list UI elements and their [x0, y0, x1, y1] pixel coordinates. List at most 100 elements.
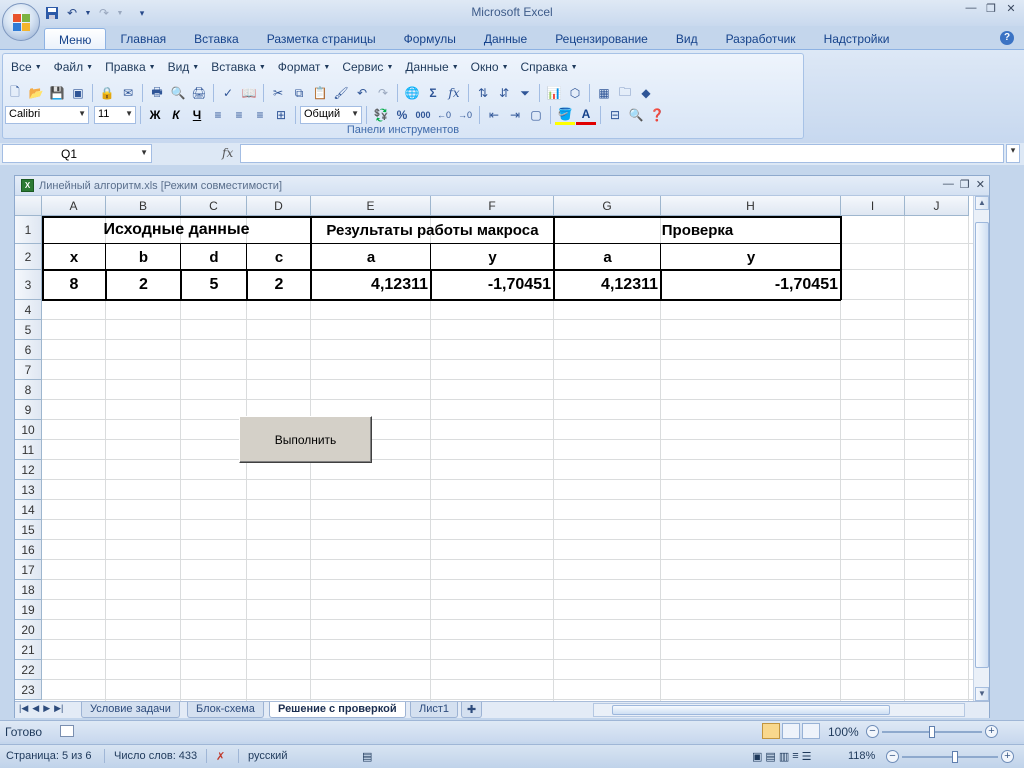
tab-view[interactable]: Вид: [662, 28, 712, 50]
row-header[interactable]: 1: [15, 216, 42, 244]
menu-view[interactable]: Вид ▼: [162, 59, 206, 75]
font-color-icon[interactable]: A: [576, 105, 596, 125]
print-icon[interactable]: 🖶: [147, 83, 167, 103]
merge-center-icon[interactable]: ⊞: [271, 105, 291, 125]
save-icon[interactable]: 💾: [47, 83, 67, 103]
cell-c2[interactable]: d: [181, 244, 247, 270]
menu-edit[interactable]: Правка ▼: [99, 59, 161, 75]
tab-menu[interactable]: Меню: [44, 28, 107, 50]
italic-button[interactable]: К: [166, 105, 186, 125]
sheet-tab-task[interactable]: Условие задачи: [81, 702, 180, 718]
table-icon[interactable]: ▦: [594, 83, 614, 103]
spelling-check-icon[interactable]: ✗: [216, 750, 225, 763]
cell-e3[interactable]: 4,12311: [311, 270, 431, 300]
row-header[interactable]: 10: [15, 420, 42, 440]
insert-function-icon[interactable]: fx: [222, 146, 233, 160]
format-painter-icon[interactable]: 🖌: [331, 83, 351, 103]
column-header[interactable]: H: [661, 196, 841, 216]
word-zoom-level[interactable]: 118%: [848, 750, 875, 762]
zoom-in-icon[interactable]: +: [1001, 750, 1014, 763]
hyperlink-icon[interactable]: 🌐: [402, 83, 422, 103]
normal-view-icon[interactable]: [762, 723, 780, 739]
cell-h3[interactable]: -1,70451: [661, 270, 841, 300]
fill-color-icon[interactable]: 🪣: [555, 105, 575, 125]
menu-tools[interactable]: Сервис ▼: [336, 59, 399, 75]
align-right-icon[interactable]: ≡: [250, 105, 270, 125]
row-header[interactable]: 12: [15, 460, 42, 480]
row-header[interactable]: 8: [15, 380, 42, 400]
folder-icon[interactable]: 🗀: [615, 83, 635, 103]
row-header[interactable]: 23: [15, 680, 42, 700]
tab-insert[interactable]: Вставка: [180, 28, 253, 50]
cell-g2[interactable]: a: [554, 244, 661, 270]
row-header[interactable]: 4: [15, 300, 42, 320]
cell-e2[interactable]: a: [311, 244, 431, 270]
sort-descending-icon[interactable]: ⇵: [494, 83, 514, 103]
column-header[interactable]: G: [554, 196, 661, 216]
menu-file[interactable]: Файл ▼: [48, 59, 99, 75]
column-header[interactable]: I: [841, 196, 905, 216]
tab-developer[interactable]: Разработчик: [712, 28, 810, 50]
cell-f3[interactable]: -1,70451: [431, 270, 554, 300]
row-header[interactable]: 15: [15, 520, 42, 540]
zoom-in-icon[interactable]: +: [985, 725, 998, 738]
row-header[interactable]: 9: [15, 400, 42, 420]
row-header[interactable]: 6: [15, 340, 42, 360]
zoom-out-icon[interactable]: −: [866, 725, 879, 738]
cell-b3[interactable]: 2: [106, 270, 181, 300]
help-icon[interactable]: ?: [1000, 31, 1014, 45]
row-header[interactable]: 7: [15, 360, 42, 380]
open-folder-icon[interactable]: 📂: [26, 83, 46, 103]
row-header[interactable]: 16: [15, 540, 42, 560]
filter-icon[interactable]: ⏷: [515, 83, 535, 103]
first-sheet-icon[interactable]: |◀: [19, 703, 28, 714]
language[interactable]: русский: [248, 750, 287, 762]
word-count[interactable]: Число слов: 433: [114, 750, 197, 762]
tab-review[interactable]: Рецензирование: [541, 28, 662, 50]
minimize-icon[interactable]: —: [962, 2, 980, 18]
cell-h2[interactable]: y: [661, 244, 841, 270]
column-header[interactable]: B: [106, 196, 181, 216]
prev-sheet-icon[interactable]: ◀: [32, 703, 39, 714]
cut-icon[interactable]: ✂: [268, 83, 288, 103]
horizontal-scrollbar[interactable]: [593, 703, 965, 717]
sheet-tab-sheet1[interactable]: Лист1: [410, 702, 459, 718]
column-header[interactable]: D: [247, 196, 311, 216]
cell-header-check[interactable]: Проверка: [554, 216, 841, 244]
borders-icon[interactable]: ▢: [526, 105, 546, 125]
tab-page-layout[interactable]: Разметка страницы: [253, 28, 390, 50]
outline-view-icon[interactable]: ≡: [792, 750, 798, 763]
page-layout-view-icon[interactable]: [782, 723, 800, 739]
number-format-combo[interactable]: Общий ▼: [300, 106, 362, 124]
row-header[interactable]: 18: [15, 580, 42, 600]
macro-record-icon[interactable]: ▤: [362, 750, 372, 763]
tab-data[interactable]: Данные: [470, 28, 541, 50]
row-header[interactable]: 3: [15, 270, 42, 300]
menu-all[interactable]: Все ▼: [5, 59, 48, 75]
row-header[interactable]: 17: [15, 560, 42, 580]
cell-header-macro-results[interactable]: Результаты работы макроса: [311, 216, 554, 244]
align-left-icon[interactable]: ≡: [208, 105, 228, 125]
cell-a2[interactable]: x: [42, 244, 106, 270]
permission-icon[interactable]: 🔒: [97, 83, 117, 103]
cell-d3[interactable]: 2: [247, 270, 311, 300]
decrease-decimal-icon[interactable]: →0: [455, 105, 475, 125]
select-all-corner[interactable]: [15, 196, 42, 216]
page-count[interactable]: Страница: 5 из 6: [6, 750, 92, 762]
spelling-icon[interactable]: ✓: [218, 83, 238, 103]
vertical-scrollbar[interactable]: ▲ ▼: [973, 196, 989, 701]
column-header[interactable]: F: [431, 196, 554, 216]
expand-formula-bar-icon[interactable]: ▾: [1006, 144, 1020, 163]
align-center-icon[interactable]: ≡: [229, 105, 249, 125]
print-setup-icon[interactable]: 🖨: [189, 83, 209, 103]
record-macro-icon[interactable]: [60, 725, 74, 737]
zoom-thumb[interactable]: [929, 726, 935, 738]
sheet-tab-solution[interactable]: Решение с проверкой: [269, 702, 406, 718]
macro-icon[interactable]: ◆: [636, 83, 656, 103]
reading-view-icon[interactable]: ▤: [765, 750, 775, 763]
print-layout-icon[interactable]: ▣: [752, 750, 762, 763]
cell-b2[interactable]: b: [106, 244, 181, 270]
cell-header-input-data[interactable]: Исходные данные: [42, 216, 311, 244]
undo-icon[interactable]: ↶: [352, 83, 372, 103]
restore-icon[interactable]: ❐: [960, 178, 970, 191]
